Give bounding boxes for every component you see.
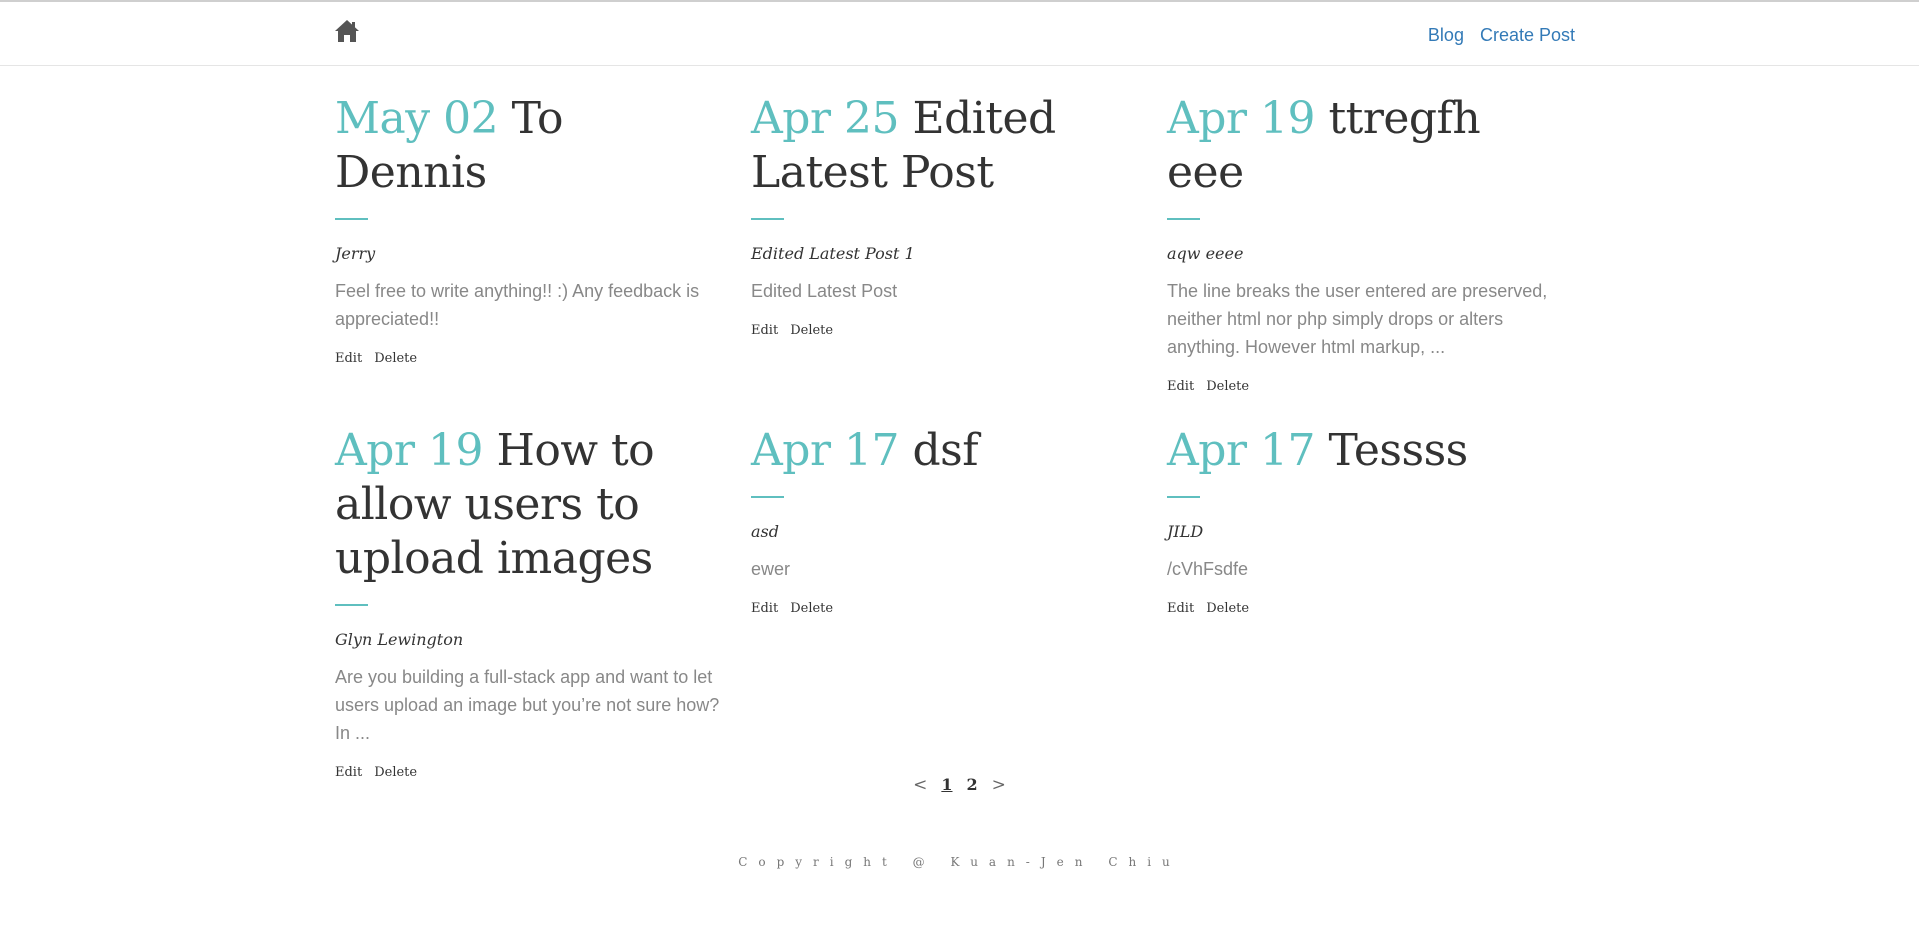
delete-button[interactable]: Delete [790,601,833,616]
post-grid: May 02 To Dennis Jerry Feel free to writ… [335,92,1585,780]
post-date: Apr 19 [335,425,483,476]
post-date: Apr 19 [1167,93,1315,144]
post-heading[interactable]: May 02 To Dennis [335,92,725,200]
delete-button[interactable]: Delete [790,323,833,338]
post-heading[interactable]: Apr 17 dsf [751,424,1141,478]
pagination: < 1 2 > [0,775,1919,795]
post-date: Apr 17 [1167,425,1315,476]
post-heading[interactable]: Apr 19 ttregfh eee [1167,92,1557,200]
post-heading[interactable]: Apr 19 How to allow users to upload imag… [335,424,725,586]
post-date: May 02 [335,93,499,144]
edit-button[interactable]: Edit [1167,379,1194,394]
title-divider [335,604,368,606]
post-excerpt: The line breaks the user entered are pre… [1167,281,1548,357]
post-excerpt: Edited Latest Post [751,281,898,301]
edit-button[interactable]: Edit [335,351,362,366]
next-page-button[interactable]: > [992,775,1006,795]
title-divider [751,496,784,498]
post-card: Apr 17 dsf asd ewer Edit Delete [751,424,1141,780]
post-date: Apr 17 [751,425,899,476]
edit-button[interactable]: Edit [1167,601,1194,616]
post-card: Apr 17 Tessss JILD /cVhFsdfe Edit Delete [1167,424,1557,780]
post-title: dsf [912,425,978,476]
post-author: asd [751,522,779,541]
post-actions: Edit Delete [1167,601,1557,616]
nav-links: Blog Create Post [1428,24,1575,46]
post-card: Apr 19 ttregfh eee aqw eeee The line bre… [1167,92,1557,394]
navbar: Blog Create Post [0,2,1919,66]
nav-create-post-link[interactable]: Create Post [1480,24,1575,46]
post-excerpt: ewer [751,559,791,579]
footer: Copyright @ Kuan-Jen Chiu [0,855,1919,869]
page-link-1[interactable]: 1 [941,775,952,795]
post-card: Apr 25 Edited Latest Post Edited Latest … [751,92,1141,394]
home-icon [334,20,360,47]
post-author: JILD [1167,522,1204,541]
nav-blog-link[interactable]: Blog [1428,24,1464,46]
post-author: Glyn Lewington [335,630,464,649]
post-actions: Edit Delete [335,351,725,366]
post-date: Apr 25 [751,93,899,144]
title-divider [335,218,368,220]
post-heading[interactable]: Apr 17 Tessss [1167,424,1557,478]
post-card: May 02 To Dennis Jerry Feel free to writ… [335,92,725,394]
edit-button[interactable]: Edit [751,601,778,616]
post-actions: Edit Delete [1167,379,1557,394]
post-excerpt: Are you building a full-stack app and wa… [335,667,720,743]
title-divider [1167,218,1200,220]
page-link-2[interactable]: 2 [967,775,978,795]
post-actions: Edit Delete [751,601,1141,616]
title-divider [1167,496,1200,498]
copyright-text: Copyright @ Kuan-Jen Chiu [738,855,1181,869]
home-link[interactable] [334,19,362,47]
post-author: aqw eeee [1167,244,1244,263]
post-excerpt: Feel free to write anything!! :) Any fee… [335,281,700,329]
post-author: Jerry [335,244,376,263]
prev-page-button[interactable]: < [913,775,927,795]
post-actions: Edit Delete [751,323,1141,338]
delete-button[interactable]: Delete [1206,601,1249,616]
delete-button[interactable]: Delete [374,351,417,366]
post-author: Edited Latest Post 1 [751,244,915,263]
edit-button[interactable]: Edit [751,323,778,338]
delete-button[interactable]: Delete [1206,379,1249,394]
post-card: Apr 19 How to allow users to upload imag… [335,424,725,780]
post-title: Tessss [1328,425,1468,476]
title-divider [751,218,784,220]
post-excerpt: /cVhFsdfe [1167,559,1249,579]
post-heading[interactable]: Apr 25 Edited Latest Post [751,92,1141,200]
